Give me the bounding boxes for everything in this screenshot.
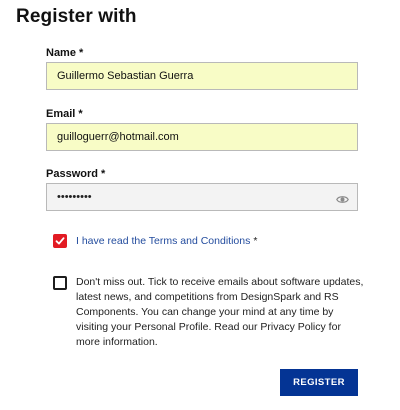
eye-icon[interactable] xyxy=(336,192,349,203)
name-field[interactable] xyxy=(46,62,358,90)
email-label-text: Email xyxy=(46,108,76,120)
password-label-text: Password xyxy=(46,168,98,180)
password-field[interactable] xyxy=(47,184,357,210)
required-mark: * xyxy=(78,47,84,59)
email-label: Email * xyxy=(46,108,83,120)
email-field[interactable] xyxy=(46,123,358,151)
name-label: Name * xyxy=(46,47,83,59)
register-button[interactable]: REGISTER xyxy=(280,369,358,396)
checkmark-icon xyxy=(55,237,65,245)
terms-link-text[interactable]: I have read the Terms and Conditions xyxy=(76,235,250,247)
marketing-consent-text: Don't miss out. Tick to receive emails a… xyxy=(76,276,364,348)
marketing-checkbox[interactable] xyxy=(53,276,67,290)
required-mark: * xyxy=(78,108,83,120)
terms-label[interactable]: I have read the Terms and Conditions * xyxy=(76,235,257,247)
required-mark: * xyxy=(253,235,258,247)
password-label: Password * xyxy=(46,168,105,180)
page-title: Register with xyxy=(16,6,137,27)
terms-checkbox[interactable] xyxy=(53,234,67,248)
password-field-wrapper xyxy=(46,183,358,211)
name-label-text: Name xyxy=(46,47,76,59)
required-mark: * xyxy=(100,168,106,180)
